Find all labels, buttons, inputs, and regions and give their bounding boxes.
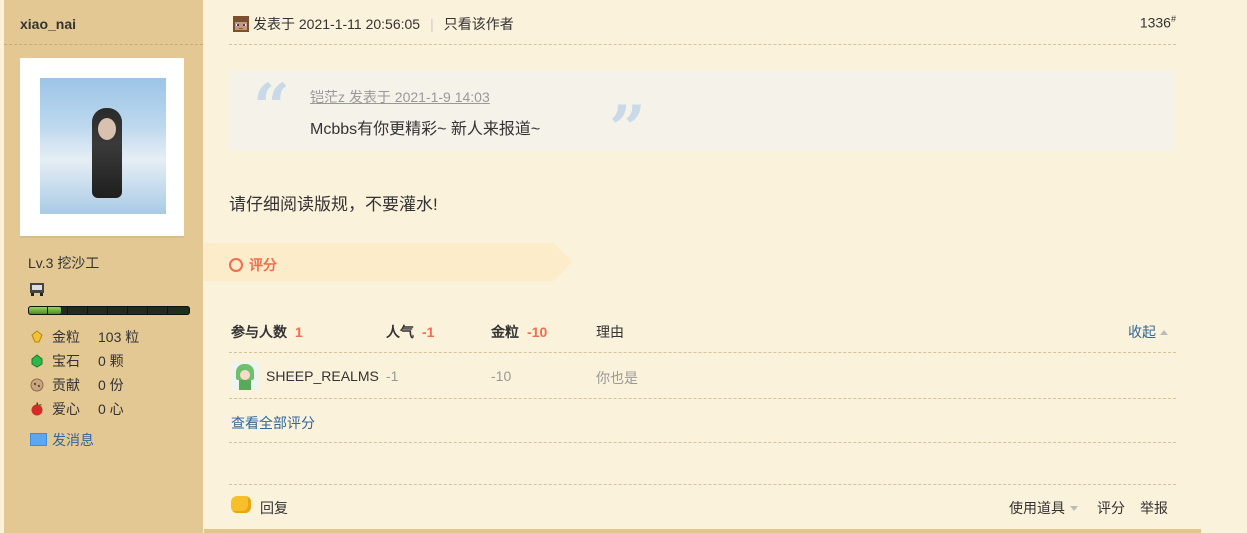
stat-gem: 宝石 0 颗 — [30, 349, 139, 373]
send-message-link[interactable]: 发消息 — [30, 430, 94, 450]
rating-table-header: 参与人数 1 人气 -1 金粒 -10 理由 收起 — [231, 322, 1176, 344]
progress-segment — [87, 307, 88, 314]
divider — [229, 484, 1176, 485]
avatar-body — [239, 380, 251, 390]
username-link[interactable]: xiao_nai — [20, 16, 76, 32]
rating-row: SHEEP_REALMS -1 -10 你也是 — [231, 362, 1176, 392]
post-header: 发表于 2021-1-11 20:56:05 | 只看该作者 — [233, 14, 514, 34]
send-message-label: 发消息 — [52, 432, 94, 448]
quote-block: “ 铠茫z 发表于 2021-1-9 14:03 Mcbbs有你更精彩~ 新人来… — [229, 70, 1176, 162]
rater-popularity: -1 — [386, 368, 399, 384]
avatar-image — [40, 78, 166, 214]
stat-value: 103 粒 — [98, 329, 140, 345]
author-only-link[interactable]: 只看该作者 — [444, 16, 514, 32]
progress-segment — [147, 307, 148, 314]
participants-header: 参与人数 1 — [231, 324, 303, 340]
reply-bubble-icon[interactable] — [231, 496, 251, 513]
post-time: 发表于 2021-1-11 20:56:05 — [253, 16, 421, 32]
stat-contribution: 贡献 0 份 — [30, 373, 139, 397]
stat-value: 0 颗 — [98, 353, 124, 369]
popularity-header: 人气 -1 — [386, 324, 435, 340]
contribution-icon — [30, 378, 44, 392]
gold-total: -10 — [527, 324, 548, 340]
popularity-total: -1 — [422, 324, 435, 340]
stat-value: 0 心 — [98, 401, 124, 417]
avatar-face — [240, 370, 250, 380]
quote-source-link[interactable]: 铠茫z 发表于 2021-1-9 14:03 — [310, 87, 490, 107]
gold-nugget-icon — [31, 330, 43, 343]
floor-number[interactable]: 1336# — [1140, 14, 1176, 31]
use-tools-dropdown[interactable]: 使用道具 — [1009, 498, 1078, 518]
collapse-label: 收起 — [1128, 324, 1156, 340]
collapse-button[interactable]: 收起 — [1128, 322, 1168, 342]
view-all-ratings-link[interactable]: 查看全部评分 — [231, 413, 315, 433]
rater-reason: 你也是 — [596, 370, 638, 386]
user-sidebar: xiao_nai Lv.3 挖沙工 金粒 103 粒 宝石 0 颗 贡献 0 份 — [4, 0, 203, 533]
close-quote-icon: ” — [609, 92, 646, 167]
rater-avatar[interactable] — [231, 362, 259, 390]
emerald-icon — [31, 354, 43, 368]
progress-segment — [67, 307, 68, 314]
avatar-face — [98, 118, 116, 140]
rating-title: 评分 — [249, 257, 277, 273]
stat-label: 爱心 — [52, 401, 80, 417]
floor-mark: # — [1170, 14, 1176, 24]
floor-number-value: 1336 — [1139, 14, 1171, 31]
rating-circle-icon — [229, 258, 243, 272]
rating-banner: 评分 — [204, 243, 572, 281]
user-level: Lv.3 挖沙工 — [28, 255, 100, 271]
post-body: 请仔细阅读版规，不要灌水! — [229, 195, 438, 214]
participants-count: 1 — [295, 324, 303, 340]
use-tools-label: 使用道具 — [1009, 500, 1065, 516]
post-main: 发表于 2021-1-11 20:56:05 | 只看该作者 1336# “ 铠茫z… — [204, 0, 1200, 533]
divider — [4, 44, 203, 45]
post-actions: 回复 使用道具 评分 举报 — [229, 496, 1176, 518]
progress-segment — [167, 307, 168, 314]
reason-header: 理由 — [596, 324, 624, 340]
chevron-down-icon — [1070, 506, 1078, 511]
post-bottom-border — [204, 529, 1201, 533]
quote-text: Mcbbs有你更精彩~ 新人来报道~ — [310, 121, 541, 138]
stat-label: 贡献 — [52, 377, 80, 393]
report-button[interactable]: 举报 — [1140, 498, 1168, 518]
stat-label: 宝石 — [52, 353, 80, 369]
avatar[interactable] — [20, 58, 184, 236]
level-progress-fill — [29, 307, 61, 314]
stat-value: 0 份 — [98, 377, 124, 393]
level-progress-bar — [28, 306, 190, 315]
rater-name-link[interactable]: SHEEP_REALMS — [266, 368, 379, 384]
chevron-up-icon — [1160, 330, 1168, 335]
user-stats: 金粒 103 粒 宝石 0 颗 贡献 0 份 爱心 0 心 — [30, 325, 139, 421]
divider — [229, 398, 1176, 399]
rate-button[interactable]: 评分 — [1097, 498, 1125, 518]
progress-segment — [47, 307, 48, 314]
open-quote-icon: “ — [253, 70, 290, 145]
user-head-icon — [233, 16, 249, 32]
divider — [229, 352, 1176, 353]
banner-arrow — [554, 243, 572, 281]
stat-love: 爱心 0 心 — [30, 397, 139, 421]
divider — [229, 442, 1176, 443]
reply-button[interactable]: 回复 — [260, 498, 288, 518]
stat-gold: 金粒 103 粒 — [30, 325, 139, 349]
apple-heart-icon — [31, 402, 43, 416]
divider — [229, 44, 1176, 45]
rater-gold: -10 — [491, 368, 512, 384]
progress-segment — [107, 307, 108, 314]
minecart-icon — [30, 283, 44, 296]
gold-header: 金粒 -10 — [491, 324, 548, 340]
stat-label: 金粒 — [52, 329, 80, 345]
progress-segment — [127, 307, 128, 314]
envelope-icon — [30, 433, 47, 446]
header-separator: | — [430, 16, 434, 32]
